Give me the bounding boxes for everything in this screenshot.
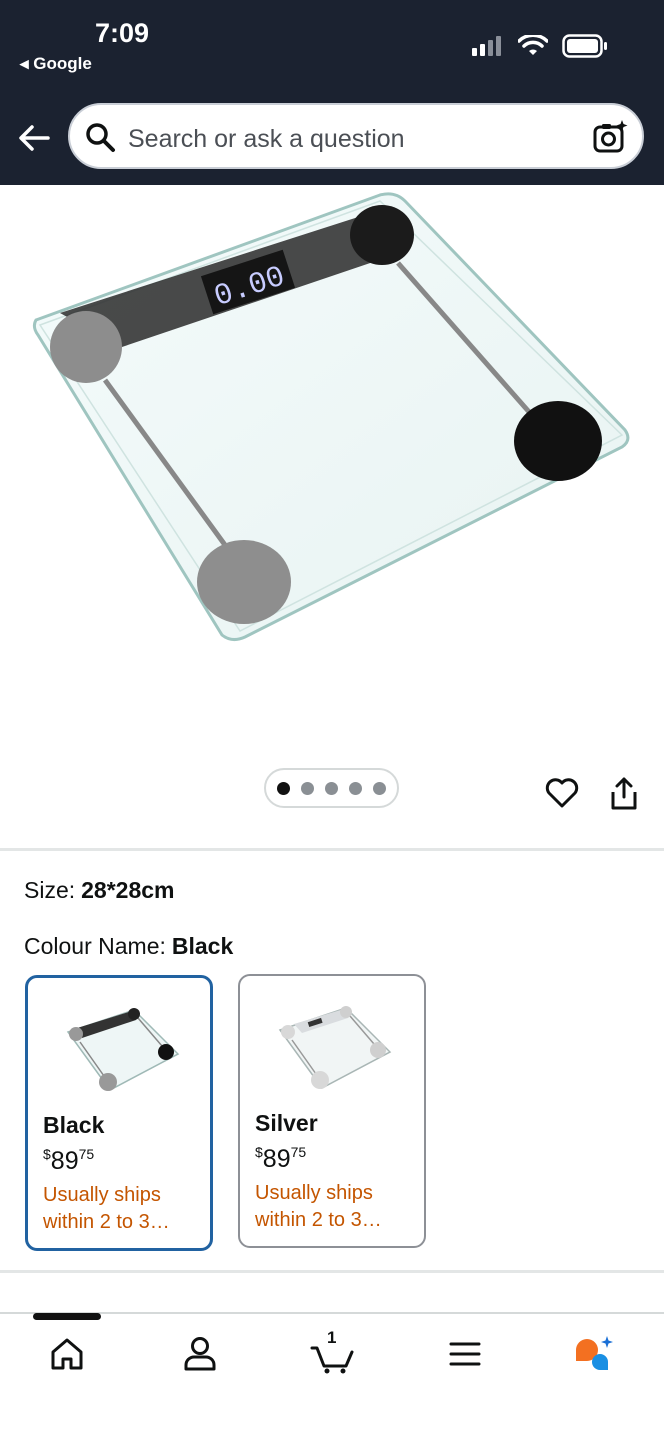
status-time: 7:09 [95,18,150,48]
rufus-assistant-icon[interactable] [574,1334,614,1374]
gallery-dot[interactable] [301,781,314,795]
menu-icon[interactable] [445,1334,485,1374]
search-bar[interactable]: Search or ask a question [68,103,644,169]
colour-selection: Colour Name: Black [24,933,233,960]
wifi-icon [518,35,548,55]
search-icon [86,123,115,152]
colour-swatch-silver[interactable]: Silver $8975 Usually ships within 2 to 3… [238,974,426,1248]
header: 7:09 ◂ Google Search or ask a question [0,0,664,185]
swatch-name: Black [43,1112,105,1138]
size-value: 28*28cm [81,877,175,903]
colour-value: Black [171,933,234,959]
account-icon[interactable] [180,1334,220,1374]
section-divider [0,848,664,851]
colour-label: Colour Name: [24,933,166,959]
gallery-dot[interactable] [277,781,290,795]
gallery-pagination[interactable] [264,768,399,808]
cart-count-badge: 1 [327,1328,337,1347]
gallery-dot[interactable] [325,781,338,795]
swatch-thumbnail [278,1006,392,1089]
swatch-thumbnail [66,1008,180,1091]
home-indicator [33,1313,101,1320]
gallery-dot[interactable] [349,781,362,795]
swatch-shipping: Usually ships within 2 to 3… [43,1184,170,1233]
signal-icon [472,36,501,56]
size-label: Size: [24,877,76,903]
swatch-shipping: Usually ships within 2 to 3… [255,1182,382,1231]
product-image[interactable]: 0.00 [0,185,664,750]
status-icons [472,34,608,58]
back-arrow-icon[interactable] [14,118,54,158]
gallery-dot[interactable] [373,781,386,795]
battery-icon [562,34,607,58]
section-divider [0,1270,664,1273]
home-icon[interactable] [47,1334,87,1374]
heart-icon[interactable] [544,775,580,811]
share-icon[interactable] [607,776,641,812]
back-to-app-link[interactable]: ◂ Google [20,54,92,74]
camera-lens-icon[interactable] [592,119,628,155]
swatch-price: $8975 [43,1146,95,1175]
size-selection: Size: 28*28cm [24,877,175,904]
swatch-name: Silver [255,1110,318,1136]
swatch-price: $8975 [255,1144,307,1173]
search-input[interactable]: Search or ask a question [128,125,405,154]
colour-swatch-black[interactable]: Black $8975 Usually ships within 2 to 3… [25,975,213,1251]
